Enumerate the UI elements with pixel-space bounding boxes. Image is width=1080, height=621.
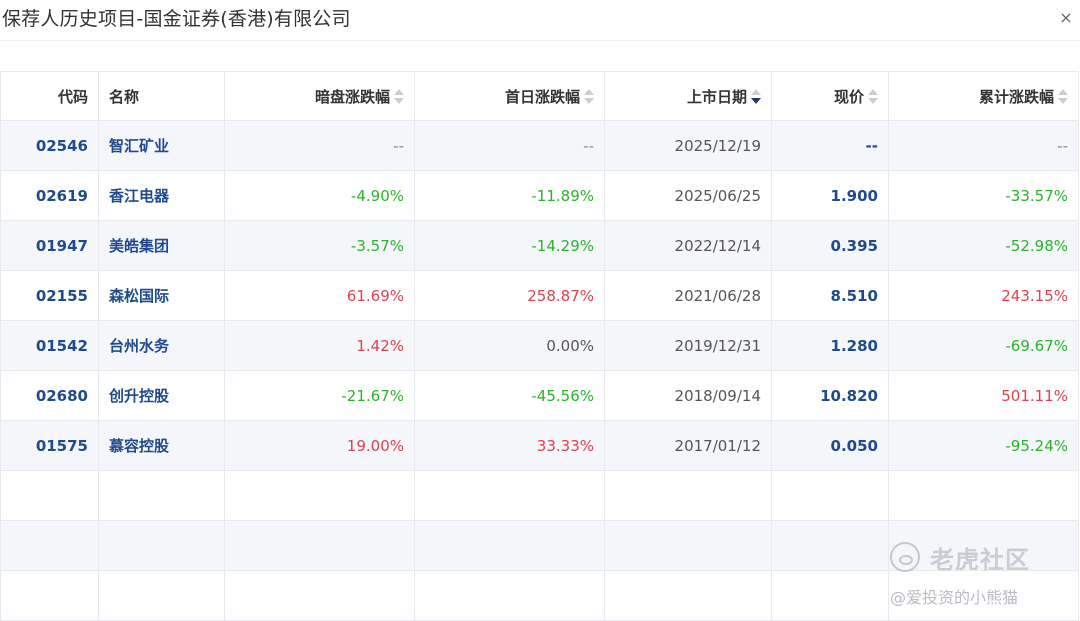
cumulative-change: -- [888,120,1079,171]
stock-code[interactable]: 02546 [0,120,99,171]
first-day-change: -14.29% [414,220,605,271]
listing-date: 2025/12/19 [604,120,772,171]
current-price: -- [771,120,889,171]
listing-date: 2022/12/14 [604,220,772,271]
table-row[interactable]: 02155 森松国际 61.69% 258.87% 2021/06/28 8.5… [0,270,1079,321]
stock-name[interactable]: 创升控股 [98,370,225,421]
empty-row [0,520,1079,571]
grey-market-change: -4.90% [224,170,415,221]
cumulative-change: 243.15% [888,270,1079,321]
current-price: 0.050 [771,420,889,471]
first-day-change: -- [414,120,605,171]
dialog-title: 保荐人历史项目-国金证券(香港)有限公司 [2,8,351,30]
listing-date: 2018/09/14 [604,370,772,421]
first-day-change: 258.87% [414,270,605,321]
grey-market-change: -- [224,120,415,171]
sort-icon[interactable] [394,88,404,106]
sort-icon[interactable] [584,88,594,106]
stock-code[interactable]: 01947 [0,220,99,271]
cumulative-change: -95.24% [888,420,1079,471]
stock-name[interactable]: 台州水务 [98,320,225,371]
first-day-change: 0.00% [414,320,605,371]
stock-name[interactable]: 慕容控股 [98,420,225,471]
table-row[interactable]: 01542 台州水务 1.42% 0.00% 2019/12/31 1.280 … [0,320,1079,371]
listing-date: 2019/12/31 [604,320,772,371]
grey-market-change: 1.42% [224,320,415,371]
table-header-row: 代码 名称 暗盘涨跌幅 首日涨跌幅 上市日期 现价 累计涨跌幅 [0,71,1079,121]
current-price: 1.900 [771,170,889,221]
dialog-header: 保荐人历史项目-国金证券(香港)有限公司 × [0,0,1080,41]
column-header-first-day[interactable]: 首日涨跌幅 [414,71,605,121]
column-header-listing-date[interactable]: 上市日期 [604,71,772,121]
current-price: 10.820 [771,370,889,421]
stock-code[interactable]: 02619 [0,170,99,221]
first-day-change: 33.33% [414,420,605,471]
cumulative-change: -69.67% [888,320,1079,371]
column-header-price[interactable]: 现价 [771,71,889,121]
current-price: 8.510 [771,270,889,321]
current-price: 1.280 [771,320,889,371]
column-header-grey-market[interactable]: 暗盘涨跌幅 [224,71,415,121]
close-icon[interactable]: × [1058,10,1074,26]
grey-market-change: -3.57% [224,220,415,271]
table-row[interactable]: 02680 创升控股 -21.67% -45.56% 2018/09/14 10… [0,370,1079,421]
grey-market-change: -21.67% [224,370,415,421]
grey-market-change: 61.69% [224,270,415,321]
table-row[interactable]: 02619 香江电器 -4.90% -11.89% 2025/06/25 1.9… [0,170,1079,221]
column-header-name: 名称 [98,71,225,121]
current-price: 0.395 [771,220,889,271]
sort-icon[interactable] [1058,88,1068,106]
grey-market-change: 19.00% [224,420,415,471]
stock-code[interactable]: 02680 [0,370,99,421]
listing-date: 2025/06/25 [604,170,772,221]
listing-date: 2021/06/28 [604,270,772,321]
first-day-change: -11.89% [414,170,605,221]
cumulative-change: -33.57% [888,170,1079,221]
stock-name[interactable]: 智汇矿业 [98,120,225,171]
first-day-change: -45.56% [414,370,605,421]
stock-code[interactable]: 01542 [0,320,99,371]
empty-row [0,570,1079,621]
table-row[interactable]: 01575 慕容控股 19.00% 33.33% 2017/01/12 0.05… [0,420,1079,471]
empty-row [0,470,1079,521]
stock-code[interactable]: 01575 [0,420,99,471]
cumulative-change: -52.98% [888,220,1079,271]
table-row[interactable]: 02546 智汇矿业 -- -- 2025/12/19 -- -- [0,120,1079,171]
stock-name[interactable]: 香江电器 [98,170,225,221]
stock-code[interactable]: 02155 [0,270,99,321]
stock-name[interactable]: 森松国际 [98,270,225,321]
column-header-cumulative[interactable]: 累计涨跌幅 [888,71,1079,121]
sort-icon[interactable] [868,88,878,106]
stock-name[interactable]: 美皓集团 [98,220,225,271]
table-row[interactable]: 01947 美皓集团 -3.57% -14.29% 2022/12/14 0.3… [0,220,1079,271]
sort-desc-active-icon[interactable] [751,88,761,106]
sponsor-history-table: 代码 名称 暗盘涨跌幅 首日涨跌幅 上市日期 现价 累计涨跌幅 02546 智汇… [0,71,1079,621]
cumulative-change: 501.11% [888,370,1079,421]
column-header-code: 代码 [0,71,99,121]
listing-date: 2017/01/12 [604,420,772,471]
